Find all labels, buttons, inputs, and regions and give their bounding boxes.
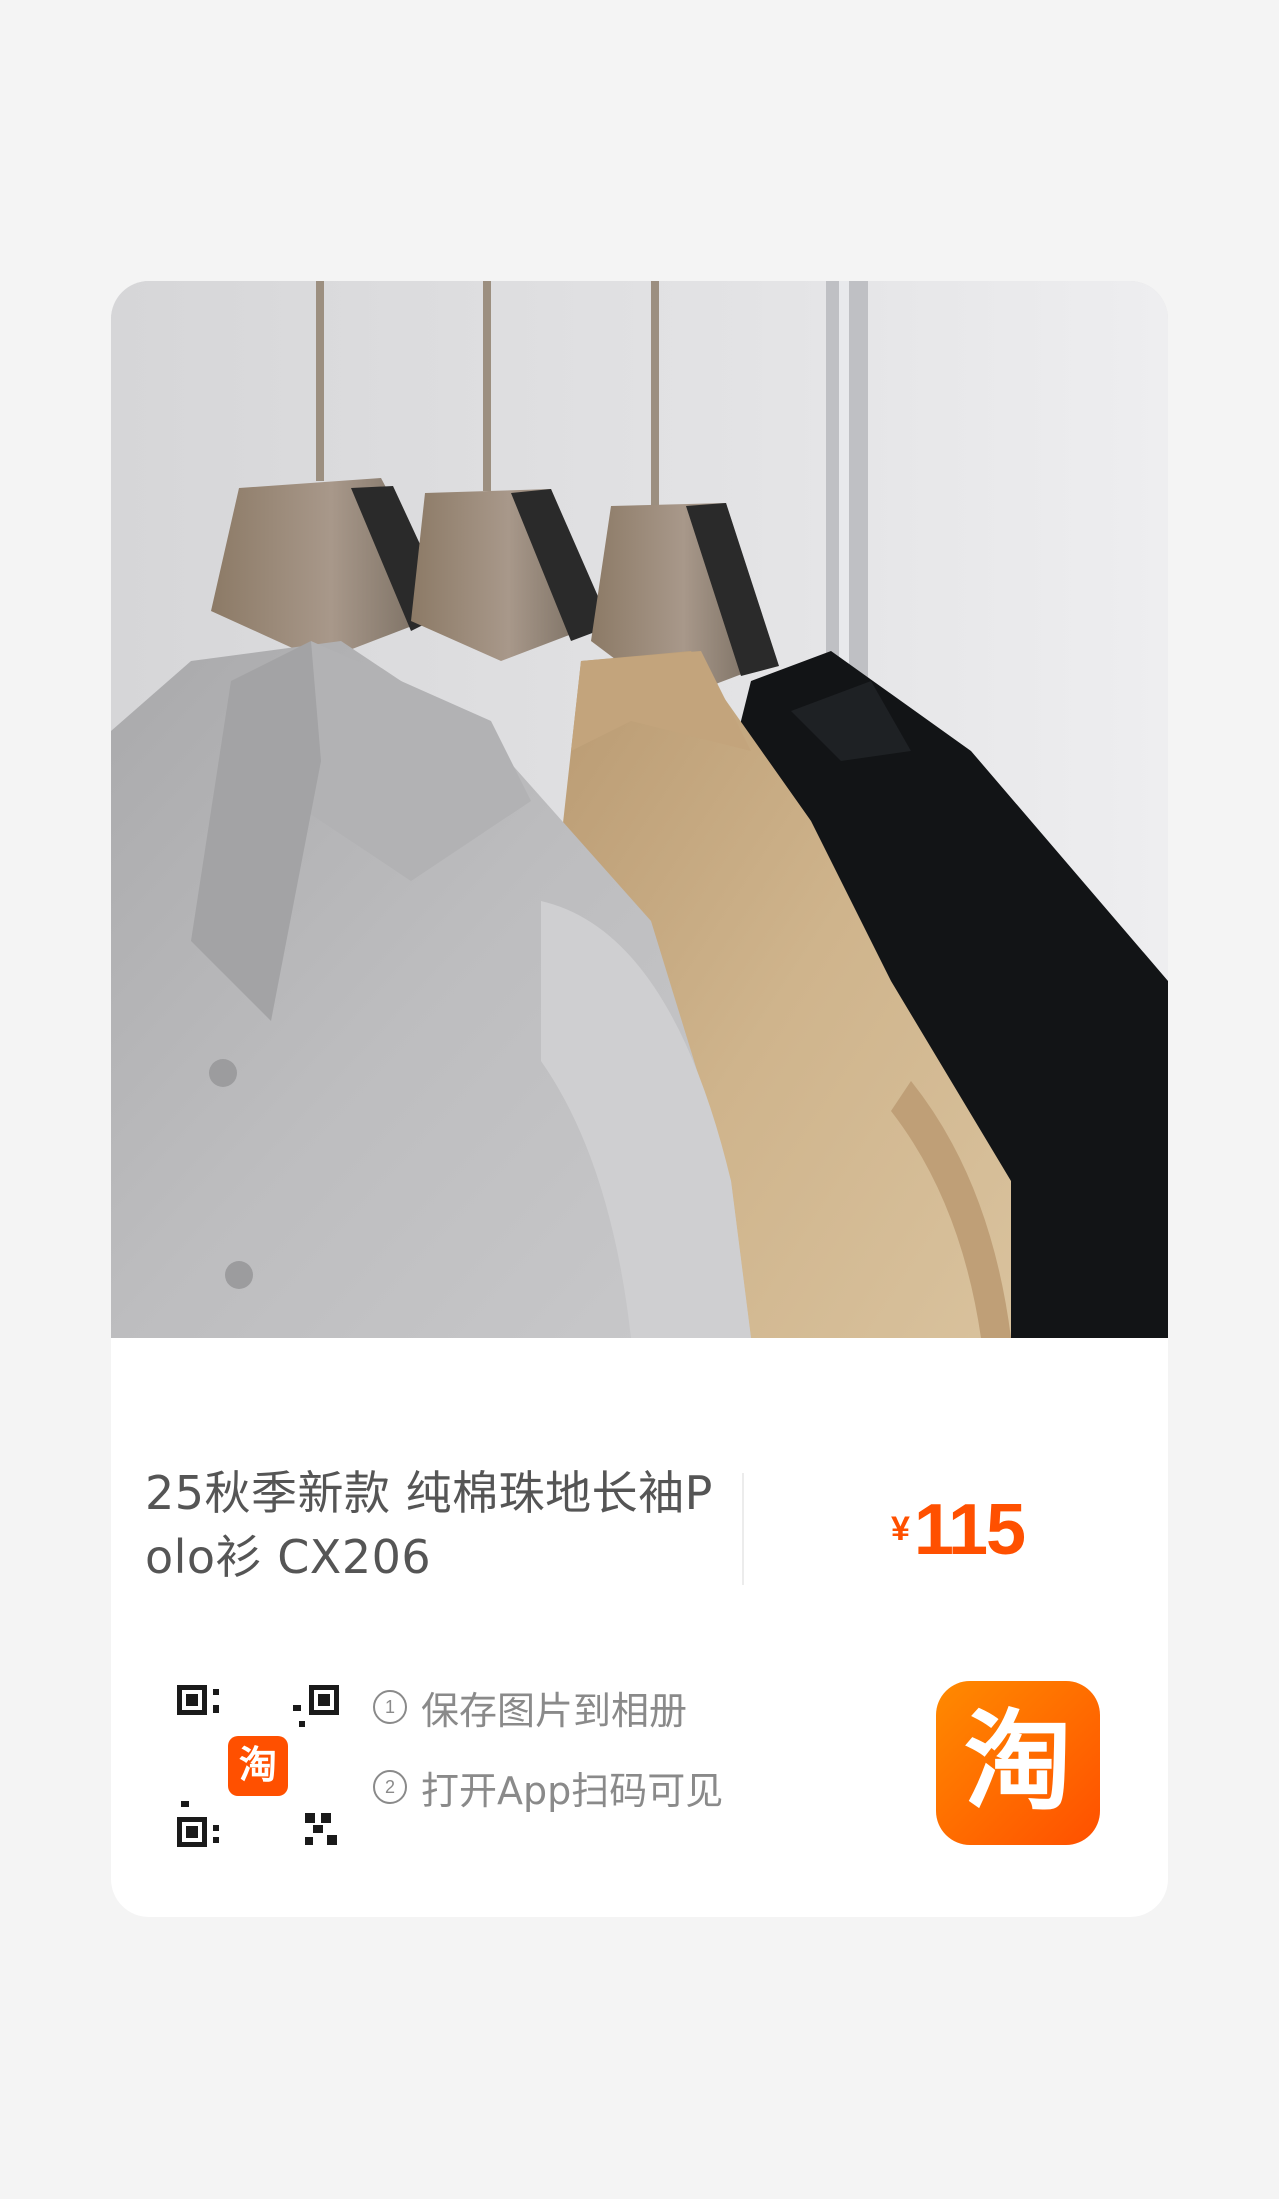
- polo-shirts-photo-icon: [111, 281, 1168, 1338]
- divider: [742, 1473, 744, 1585]
- price-value: 115: [913, 1490, 1026, 1570]
- product-price: ¥115: [891, 1489, 1026, 1571]
- step-text: 保存图片到相册: [421, 1688, 688, 1733]
- step-number: 1: [373, 1690, 407, 1724]
- step-open-app: 2 打开App扫码可见: [373, 1759, 723, 1815]
- price-currency: ¥: [891, 1510, 910, 1548]
- step-text: 打开App扫码可见: [421, 1768, 724, 1813]
- step-save-image: 1 保存图片到相册: [373, 1679, 687, 1735]
- qr-code[interactable]: 淘: [177, 1685, 339, 1847]
- qr-code-icon: 淘: [177, 1685, 339, 1847]
- qr-center-badge: 淘: [239, 1743, 277, 1787]
- step-number: 2: [373, 1770, 407, 1804]
- product-image[interactable]: [111, 281, 1168, 1338]
- taobao-logo-glyph: 淘: [963, 1700, 1072, 1825]
- product-title[interactable]: 25秋季新款 纯棉珠地长袖Polo衫 CX206: [145, 1461, 735, 1589]
- taobao-app-icon[interactable]: 淘: [936, 1681, 1100, 1845]
- product-share-card: 25秋季新款 纯棉珠地长袖Polo衫 CX206 ¥115 淘 1 保存图片到相…: [111, 281, 1168, 1917]
